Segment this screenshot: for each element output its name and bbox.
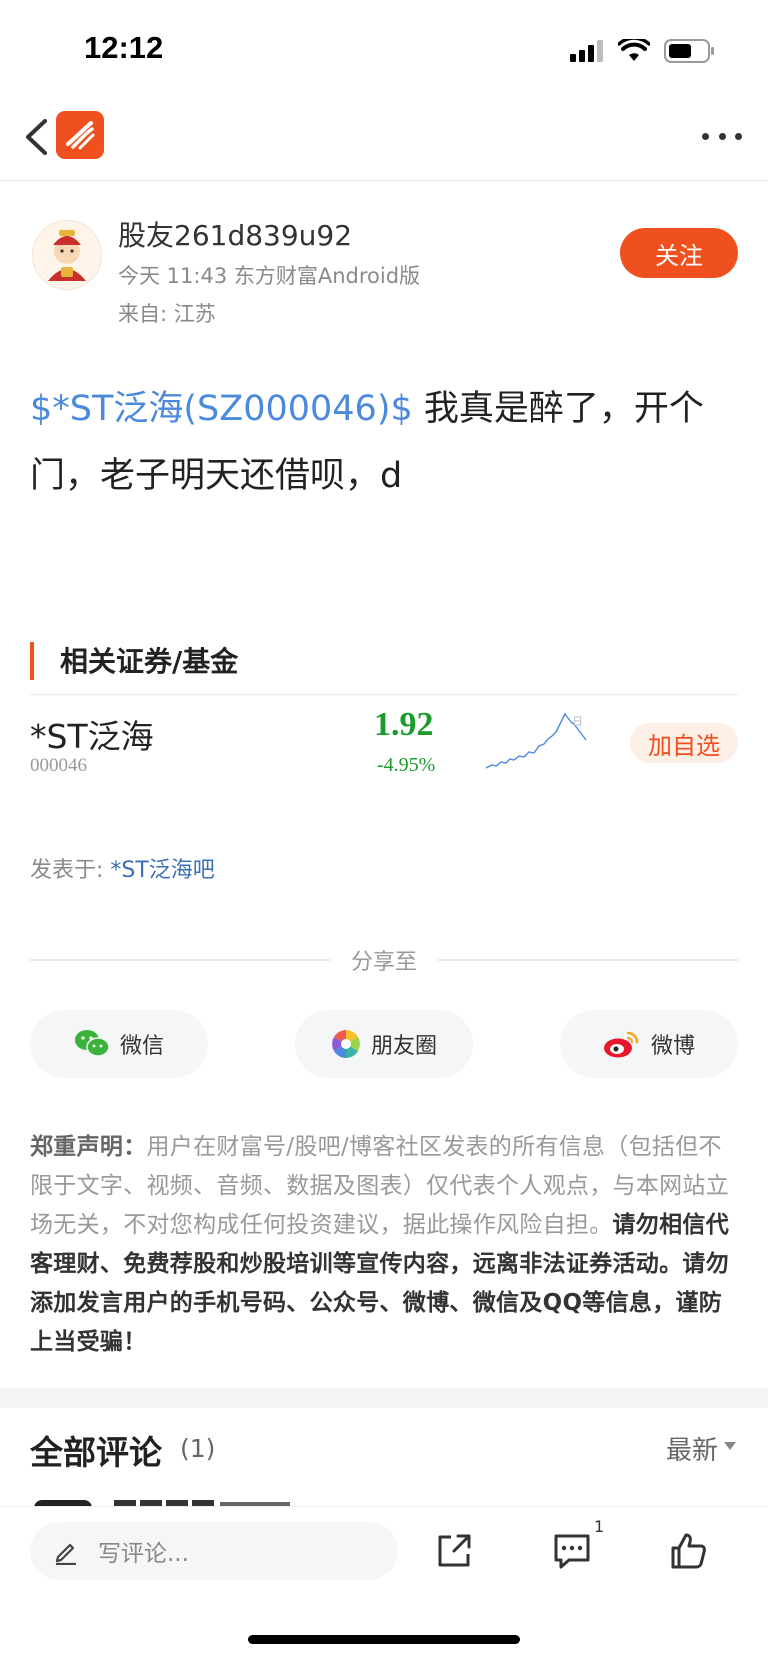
stock-tag-link[interactable]: $*ST泛海(SZ000046)$ xyxy=(30,389,413,429)
nav-bar xyxy=(0,100,768,181)
thumbs-up-icon xyxy=(671,1533,706,1569)
caret-down-icon[interactable] xyxy=(724,1442,736,1450)
home-indicator xyxy=(248,1635,520,1644)
share-title: 分享至 xyxy=(350,950,417,975)
add-watchlist-button[interactable]: 加自选 xyxy=(630,723,738,763)
eastmoney-logo-icon[interactable] xyxy=(56,111,104,159)
wechat-icon xyxy=(74,1030,110,1057)
like-button[interactable] xyxy=(665,1527,713,1575)
comments-sort-button[interactable]: 最新 xyxy=(666,1430,718,1467)
comment-placeholder: 写评论... xyxy=(98,1541,189,1567)
stock-code: 000046 xyxy=(30,755,87,776)
battery-icon xyxy=(664,39,714,63)
post-time-source: 今天 11:43 东方财富Android版 xyxy=(118,264,421,288)
related-section-title: 相关证券/基金 xyxy=(60,645,239,678)
more-dots-icon[interactable] xyxy=(702,120,742,152)
back-button[interactable] xyxy=(16,112,56,162)
comment-count-badge: 1 xyxy=(594,1517,605,1536)
comments-button[interactable] xyxy=(548,1527,596,1575)
chevron-left-icon xyxy=(26,119,47,155)
stock-price: 1.92 xyxy=(374,706,434,743)
section-gap xyxy=(0,1388,768,1408)
divider xyxy=(30,694,738,695)
stock-change: -4.95% xyxy=(377,754,436,776)
signal-icon xyxy=(570,40,603,62)
share-moments-button[interactable]: 朋友圈 xyxy=(295,1010,473,1078)
published-in: 发表于: *ST泛海吧 xyxy=(30,852,215,884)
share-out-icon xyxy=(438,1534,471,1567)
share-weibo-label: 微博 xyxy=(650,1034,695,1059)
disclaimer: 郑重声明：用户在财富号/股吧/博客社区发表的所有信息（包括但不限于文字、视频、音… xyxy=(30,1128,740,1362)
divider xyxy=(30,959,330,961)
disclaimer-lead: 郑重声明： xyxy=(30,1134,147,1160)
section-accent-bar xyxy=(30,642,34,680)
stock-name[interactable]: *ST泛海 xyxy=(30,710,154,758)
share-wechat-label: 微信 xyxy=(119,1034,164,1059)
comment-author-peek xyxy=(114,1493,314,1507)
comment-icon xyxy=(554,1534,590,1569)
pencil-icon xyxy=(55,1543,76,1565)
avatar[interactable] xyxy=(32,220,102,290)
stock-sparkline[interactable]: 日 xyxy=(484,710,599,772)
wifi-icon xyxy=(618,39,650,61)
post-location: 来自: 江苏 xyxy=(118,302,216,326)
moments-icon xyxy=(331,1030,360,1058)
share-button[interactable] xyxy=(430,1527,478,1575)
post-content: $*ST泛海(SZ000046)$ 我真是醉了，开个门，老子明天还借呗，d xyxy=(30,376,730,510)
follow-button[interactable]: 关注 xyxy=(620,228,738,278)
comment-input[interactable]: 写评论... xyxy=(30,1522,398,1580)
status-icons xyxy=(570,36,716,66)
share-wechat-button[interactable]: 微信 xyxy=(30,1010,208,1078)
share-moments-label: 朋友圈 xyxy=(370,1034,437,1059)
comments-title: 全部评论 xyxy=(30,1433,162,1472)
stock-bar-link[interactable]: *ST泛海吧 xyxy=(110,858,214,883)
published-label: 发表于: xyxy=(30,858,111,883)
comments-count: (1) xyxy=(180,1434,216,1463)
share-weibo-button[interactable]: 微博 xyxy=(560,1010,738,1078)
status-time: 12:12 xyxy=(84,30,164,65)
divider xyxy=(438,959,738,961)
weibo-icon xyxy=(603,1031,639,1058)
sparkline-day-label: 日 xyxy=(572,715,583,728)
author-name[interactable]: 股友261d839u92 xyxy=(118,214,352,254)
